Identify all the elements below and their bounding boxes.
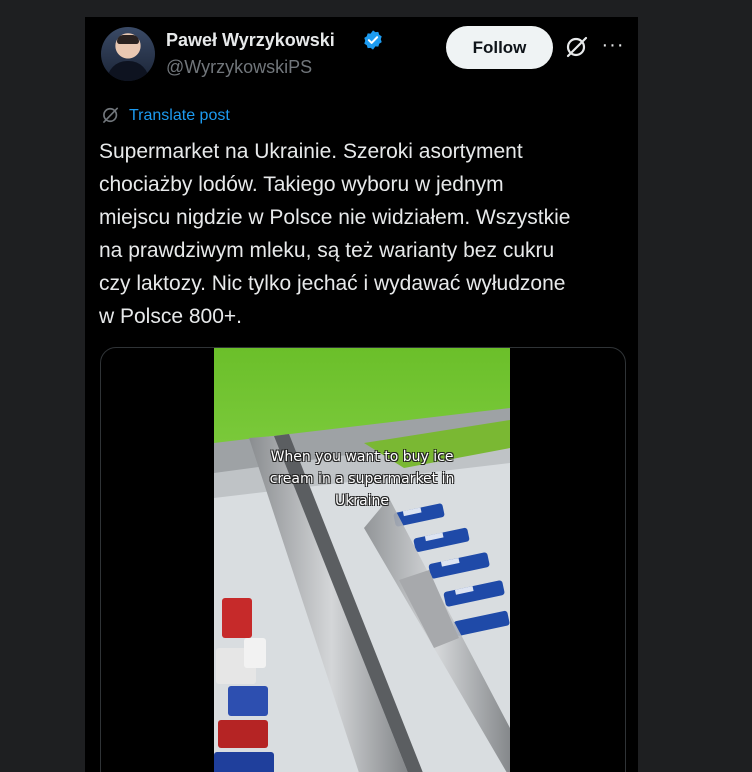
verified-badge-icon: [364, 30, 382, 50]
post-text: Supermarket na Ukrainie. Szeroki asortym…: [99, 140, 571, 328]
follow-button[interactable]: Follow: [446, 26, 553, 69]
translate-icon: [103, 107, 119, 123]
more-options-icon[interactable]: ···: [601, 33, 625, 57]
author-handle[interactable]: @WyrzykowskiPS: [166, 57, 312, 78]
grok-icon[interactable]: [565, 35, 589, 59]
tweet-card: Paweł Wyrzykowski @WyrzykowskiPS Follow …: [85, 17, 638, 772]
video-caption: When you want to buy ice cream in a supe…: [269, 449, 455, 509]
translate-post-link[interactable]: Translate post: [129, 107, 230, 125]
post-media[interactable]: When you want to buy ice cream in a supe…: [100, 347, 626, 772]
author-name[interactable]: Paweł Wyrzykowski: [166, 30, 335, 51]
freezer-scene: [214, 348, 510, 772]
avatar[interactable]: [101, 27, 155, 81]
video-player[interactable]: When you want to buy ice cream in a supe…: [214, 348, 510, 772]
